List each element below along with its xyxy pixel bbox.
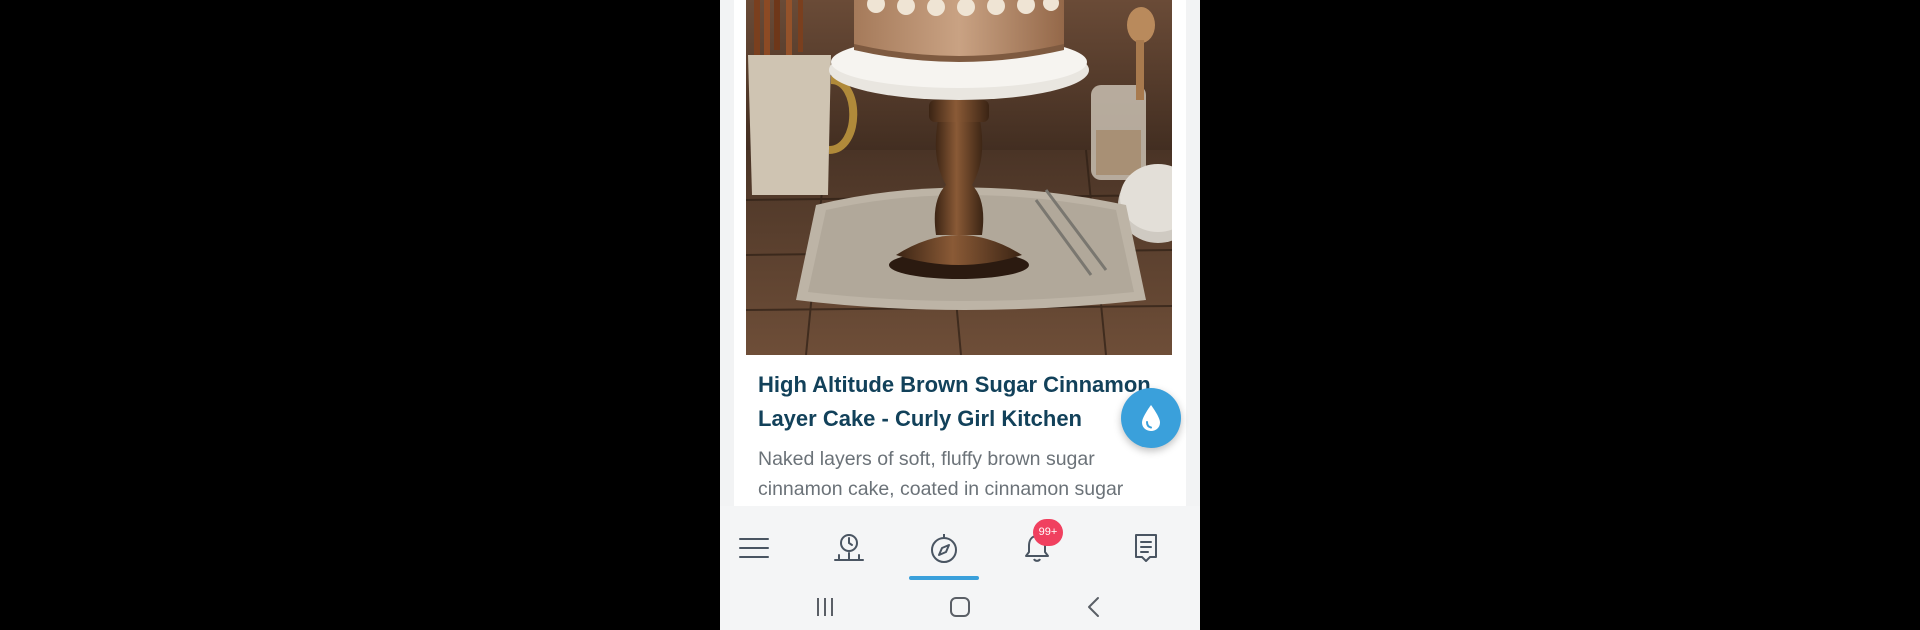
- active-tab-indicator: [909, 576, 979, 580]
- nav-timeline-button[interactable]: [825, 526, 873, 570]
- recents-button[interactable]: [805, 592, 845, 622]
- compass-icon: [931, 534, 957, 563]
- back-icon: [1088, 597, 1099, 617]
- article-card[interactable]: High Altitude Brown Sugar Cinnamon Layer…: [734, 0, 1186, 506]
- water-drop-fab[interactable]: [1121, 388, 1181, 448]
- home-button[interactable]: [940, 592, 980, 622]
- system-navigation-bar: [720, 582, 1200, 630]
- back-button[interactable]: [1074, 592, 1114, 622]
- nav-menu-button[interactable]: [730, 526, 778, 570]
- home-icon: [950, 597, 970, 617]
- nav-discover-button[interactable]: [920, 526, 968, 570]
- recents-icon: [817, 598, 833, 616]
- article-image[interactable]: [746, 0, 1172, 355]
- article-description: Naked layers of soft, fluffy brown sugar…: [758, 448, 1124, 500]
- hamburger-menu-icon: [739, 538, 769, 558]
- clock-timeline-icon: [834, 534, 864, 561]
- water-drop-icon: [1142, 405, 1160, 431]
- bottom-navigation: 99+: [720, 506, 1200, 582]
- note-icon: [1135, 534, 1157, 562]
- article-title[interactable]: High Altitude Brown Sugar Cinnamon Layer…: [758, 368, 1170, 436]
- cake-photo: [746, 0, 1172, 355]
- app-screen: High Altitude Brown Sugar Cinnamon Layer…: [720, 0, 1200, 630]
- notification-badge: 99+: [1033, 519, 1063, 546]
- nav-notes-button[interactable]: [1122, 526, 1170, 570]
